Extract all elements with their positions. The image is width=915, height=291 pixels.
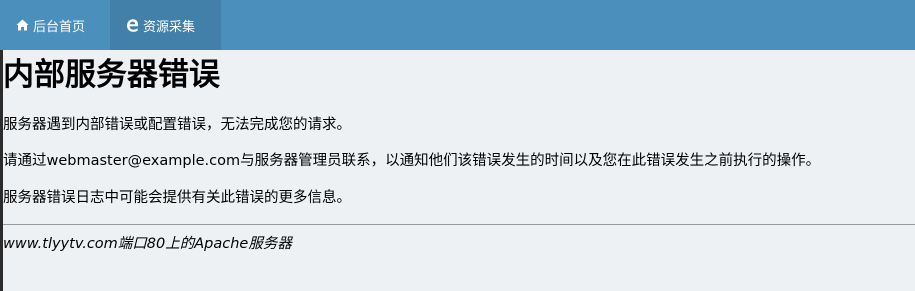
edge-icon bbox=[126, 18, 139, 32]
top-nav-bar: 后台首页 资源采集 bbox=[0, 0, 915, 50]
tab-resource-collect-label: 资源采集 bbox=[143, 19, 196, 35]
tab-resource-collect[interactable]: 资源采集 bbox=[110, 0, 221, 50]
page-title: 内部服务器错误 bbox=[3, 57, 220, 93]
server-signature: www.tlyytv.com端口80上的Apache服务器 bbox=[3, 236, 292, 252]
tab-home[interactable]: 后台首页 bbox=[0, 0, 110, 50]
home-icon bbox=[16, 19, 29, 31]
divider bbox=[3, 224, 915, 225]
tab-home-label: 后台首页 bbox=[33, 19, 86, 35]
error-log-message: 服务器错误日志中可能会提供有关此错误的更多信息。 bbox=[3, 190, 351, 206]
error-message: 服务器遇到内部错误或配置错误，无法完成您的请求。 bbox=[3, 117, 351, 133]
contact-admin-message: 请通过webmaster@example.com与服务器管理员联系，以通知他们该… bbox=[3, 153, 821, 169]
